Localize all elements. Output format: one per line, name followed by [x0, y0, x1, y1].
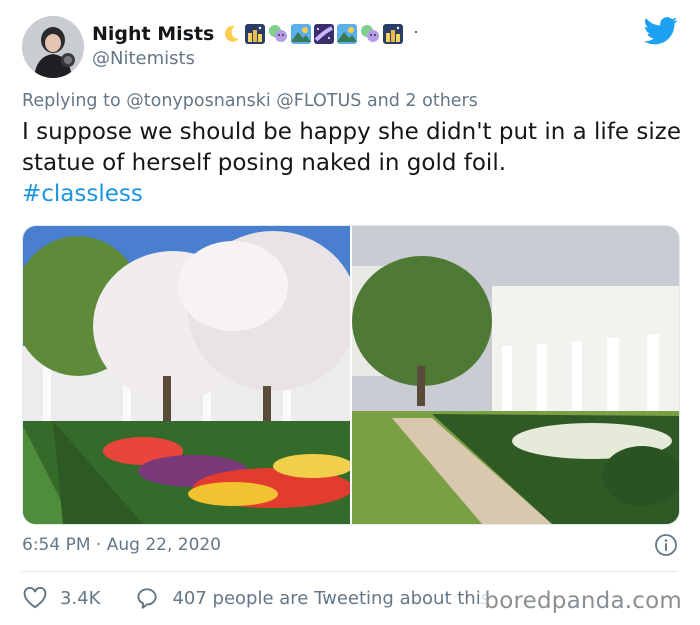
- reply-context-mentions[interactable]: @tonyposnanski @FLOTUS: [126, 91, 361, 111]
- reply-bubble-icon: [134, 585, 160, 611]
- tweet-timestamp[interactable]: 6:54 PM · Aug 22, 2020: [22, 535, 221, 555]
- tweet-media[interactable]: [22, 225, 680, 525]
- performing-arts-icon: [268, 24, 288, 44]
- display-name[interactable]: Night Mists: [92, 23, 214, 45]
- night-city-icon: [245, 24, 266, 44]
- tweet-actions: 3.4K 407 people are Tweeting about this: [22, 584, 490, 612]
- garden-photo-after[interactable]: [352, 226, 679, 524]
- watermark: boredpanda.com: [482, 588, 684, 614]
- tweet-time: 6:54 PM: [22, 535, 91, 555]
- night-city-icon: [383, 24, 404, 44]
- hashtag-link[interactable]: #classless: [22, 179, 682, 210]
- timestamp-separator: ·: [95, 535, 102, 555]
- twitter-bird-icon[interactable]: [644, 16, 678, 46]
- reply-context: Replying to @tonyposnanski @FLOTUS and 2…: [22, 91, 478, 111]
- avatar[interactable]: [22, 16, 84, 78]
- user-handle[interactable]: @Nitemists: [92, 48, 195, 69]
- heart-icon: [22, 585, 48, 611]
- tweet-text: I suppose we should be happy she didn't …: [22, 119, 681, 176]
- like-count: 3.4K: [60, 587, 101, 609]
- sunrise-mountains-icon: [337, 24, 358, 44]
- tweet-body: I suppose we should be happy she didn't …: [22, 117, 682, 210]
- milky-way-icon: [314, 24, 335, 44]
- crescent-moon-icon: [222, 24, 242, 44]
- performing-arts-icon: [360, 24, 380, 44]
- reply-summary: 407 people are Tweeting about this: [172, 587, 491, 609]
- info-icon[interactable]: [654, 533, 678, 557]
- sunrise-mountains-icon: [291, 24, 312, 44]
- garden-photo-before[interactable]: [23, 226, 350, 524]
- crescent-moon-face-icon: [406, 24, 426, 44]
- divider: [22, 571, 678, 572]
- tweet-card: Night Mists @Nitemists Replying to @tony…: [0, 0, 700, 625]
- reply-context-prefix: Replying to: [22, 91, 121, 111]
- user-name-row: Night Mists: [92, 20, 426, 48]
- name-emoji-row: [222, 24, 426, 44]
- like-button[interactable]: 3.4K: [22, 585, 100, 611]
- reply-context-suffix[interactable]: and 2 others: [367, 91, 478, 111]
- conversation-link[interactable]: 407 people are Tweeting about this: [134, 585, 490, 611]
- tweet-date: Aug 22, 2020: [106, 535, 222, 555]
